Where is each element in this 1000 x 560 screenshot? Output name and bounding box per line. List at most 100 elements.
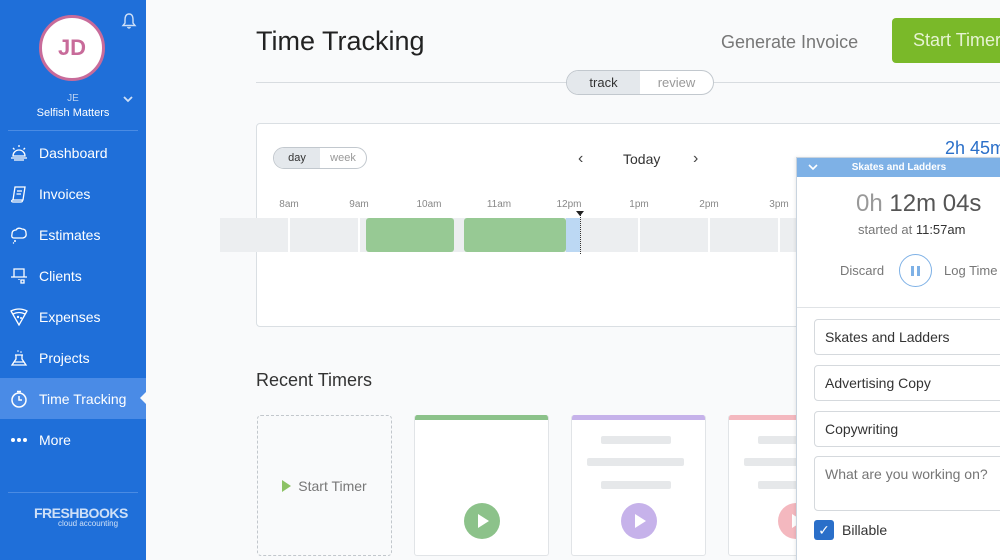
elapsed-hours: 0h: [856, 190, 883, 217]
sidebar-item-estimates[interactable]: Estimates: [0, 214, 146, 255]
hour-label: 9am: [349, 199, 369, 210]
view-toggle: track review: [566, 70, 714, 95]
total-time: 2h 45m: [945, 138, 1000, 158]
sidebar: JD JE Selfish Matters Dashboard Invoices…: [0, 0, 146, 560]
hour-label: 3pm: [769, 199, 789, 210]
period-label: Today: [623, 151, 661, 167]
pizza-slice-icon: [10, 307, 28, 326]
card-color-bar: [572, 415, 705, 420]
play-icon: [282, 479, 292, 492]
placeholder-line: [587, 458, 684, 466]
sidebar-item-time-tracking[interactable]: Time Tracking: [0, 378, 146, 419]
start-timer-label: Start Timer: [298, 477, 367, 494]
avatar[interactable]: JD: [39, 15, 105, 81]
sidebar-item-label: Clients: [39, 267, 82, 284]
timer-header: Skates and Ladders: [797, 158, 1000, 177]
tab-day[interactable]: day: [274, 148, 320, 168]
divider: [8, 130, 138, 131]
divider: [8, 492, 138, 493]
hour-label: 11am: [486, 199, 512, 210]
project-field[interactable]: [814, 365, 1000, 401]
hour-label: 10am: [416, 199, 442, 210]
page-title: Time Tracking: [256, 26, 425, 56]
sidebar-item-label: Projects: [39, 349, 90, 366]
chevron-left-icon[interactable]: ‹: [578, 150, 583, 168]
billable-label: Billable: [842, 522, 888, 538]
flask-icon: [10, 349, 28, 366]
started-prefix: started at: [858, 222, 913, 237]
sidebar-item-projects[interactable]: Projects: [0, 337, 146, 378]
sidebar-item-label: Invoices: [39, 185, 91, 202]
sidebar-item-label: Dashboard: [39, 144, 108, 161]
sidebar-item-label: Expenses: [39, 308, 101, 325]
sidebar-item-dashboard[interactable]: Dashboard: [0, 132, 146, 173]
recent-timer-card[interactable]: [571, 415, 706, 556]
notes-input[interactable]: [814, 456, 1000, 511]
pause-button[interactable]: [899, 254, 932, 287]
sidebar-item-invoices[interactable]: Invoices: [0, 173, 146, 214]
sidebar-item-more[interactable]: More: [0, 419, 146, 460]
sidebar-item-label: Time Tracking: [39, 390, 127, 407]
tab-track[interactable]: track: [567, 71, 640, 94]
billable-checkbox[interactable]: ✓ Billable: [814, 520, 887, 540]
sidebar-item-label: Estimates: [39, 226, 101, 243]
started-at: started at 11:57am: [858, 222, 965, 237]
hour-slot[interactable]: [220, 218, 288, 252]
divider: [797, 307, 1000, 308]
start-timer-card[interactable]: Start Timer: [257, 415, 392, 556]
chevron-down-icon[interactable]: [122, 94, 134, 104]
placeholder-line: [601, 436, 671, 444]
stopwatch-icon: [11, 390, 27, 408]
timeline-track[interactable]: [220, 211, 848, 254]
current-time-line: [579, 212, 581, 254]
avatar-initials: JD: [57, 35, 87, 60]
start-timer-button[interactable]: Start Timer: [892, 18, 1000, 63]
hour-slot[interactable]: [710, 218, 778, 252]
tab-review[interactable]: review: [640, 71, 713, 94]
card-color-bar: [415, 415, 548, 420]
client-field[interactable]: [814, 319, 1000, 355]
generate-invoice-button[interactable]: Generate Invoice: [721, 32, 858, 53]
sidebar-item-clients[interactable]: Clients: [0, 255, 146, 296]
time-entry-block[interactable]: [366, 218, 454, 252]
checkmark-icon: ✓: [814, 520, 834, 540]
sidebar-nav: Dashboard Invoices Estimates Clients Exp…: [0, 132, 146, 460]
recent-timer-card[interactable]: [414, 415, 549, 556]
current-time-marker-icon: [575, 211, 584, 216]
client-hat-icon: [11, 267, 27, 284]
hour-label: 1pm: [629, 199, 649, 210]
company-name[interactable]: Selfish Matters: [0, 107, 146, 119]
elapsed-minutes-seconds: 12m 04s: [889, 190, 982, 217]
hour-label: 8am: [279, 199, 299, 210]
timer-client: Skates and Ladders: [851, 162, 947, 173]
discard-button[interactable]: Discard: [840, 263, 884, 278]
chevron-right-icon[interactable]: ›: [693, 150, 698, 168]
play-button-icon[interactable]: [464, 503, 500, 539]
play-button-icon[interactable]: [621, 503, 657, 539]
running-entry-block[interactable]: [565, 218, 580, 252]
bell-icon[interactable]: [121, 12, 137, 30]
time-entry-block[interactable]: [464, 218, 566, 252]
elapsed-time: 0h 12m 04s: [856, 190, 981, 218]
sidebar-item-expenses[interactable]: Expenses: [0, 296, 146, 337]
chevron-down-icon[interactable]: [807, 161, 819, 173]
more-dots-icon: [11, 437, 27, 442]
invoice-scroll-icon: [11, 185, 26, 203]
hour-slot[interactable]: [290, 218, 358, 252]
sunrise-icon: [11, 144, 27, 161]
hour-labels: 8am 9am 10am 11am 12pm 1pm 2pm 3pm: [257, 199, 817, 213]
hour-label: 12pm: [556, 199, 582, 210]
hour-slot[interactable]: [640, 218, 708, 252]
recent-timers-title: Recent Timers: [256, 370, 373, 390]
hour-label: 2pm: [699, 199, 719, 210]
cloud-thought-icon: [11, 227, 27, 244]
tab-week[interactable]: week: [320, 148, 366, 168]
freshbooks-logo[interactable]: FRESHBOOKS cloud accounting: [34, 505, 128, 528]
log-time-button[interactable]: Log Time: [944, 263, 997, 278]
timer-popover: Skates and Ladders 0h 12m 04s started at…: [796, 157, 1000, 560]
started-time: 11:57am: [915, 222, 966, 237]
sidebar-item-label: More: [39, 431, 71, 448]
service-field[interactable]: [814, 411, 1000, 447]
range-toggle: day week: [273, 147, 367, 169]
pause-icon: [917, 265, 920, 276]
